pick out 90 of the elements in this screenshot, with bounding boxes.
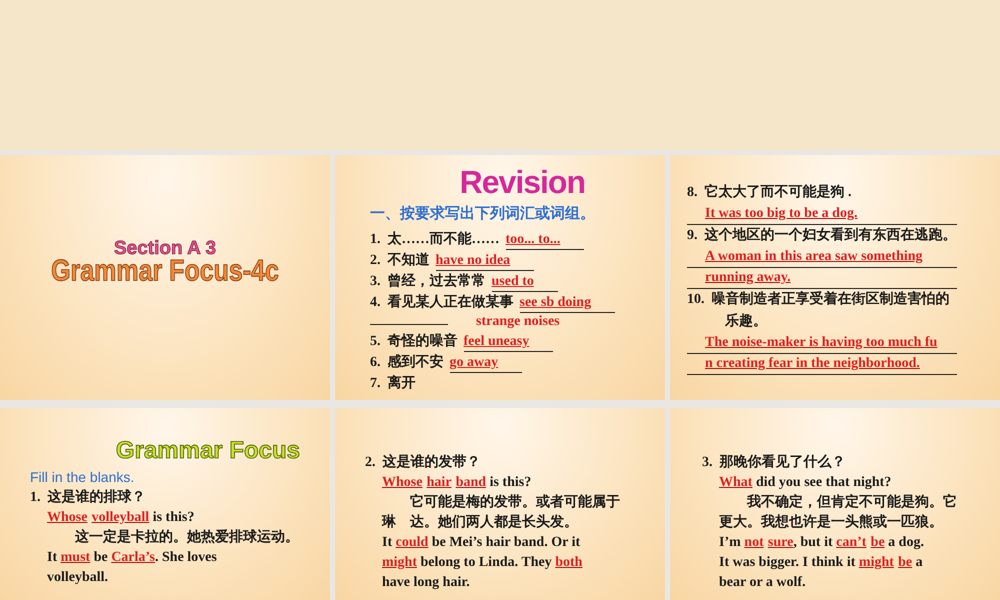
line-text: 离开 [388, 374, 416, 393]
item-number: 7. [370, 375, 380, 393]
line-text: 那晚你看见了什么？ [720, 453, 846, 472]
line-text: 琳 达。她们两人都是长头发。 [382, 513, 578, 532]
line-text: 太……而不能…… [388, 230, 500, 249]
line-text: 噪音制造者正享受着在街区制造害怕的 [712, 290, 950, 309]
item-number: 8. [687, 184, 698, 202]
line-text: 曾经，过去常常 [388, 272, 486, 291]
line-text: 它太大了而不可能是狗 . [704, 182, 852, 202]
answer-text: not [744, 534, 764, 552]
answer-text: might [858, 554, 894, 572]
instruction-text: 一、按要求写出下列词汇或词组。 [370, 204, 596, 224]
answer-text: both [555, 554, 582, 572]
line-text: It [382, 534, 394, 552]
line-text: 这是谁的排球？ [48, 488, 146, 507]
line-text: did you see that night? [754, 474, 892, 492]
line-text: 奇怪的噪音 [388, 332, 458, 351]
answer-text: go away [450, 354, 522, 373]
line-text: volleyball. [47, 569, 108, 587]
slide-thumbnail[interactable]: 2. 这是谁的发带？ Whose hair band is this? 它可能是梅的发带。或者可能属于 琳 达。她们两人都是长头发。 It could be Mei’s hair band. Or it might belong to Linda. They both have long hair. [335, 408, 665, 600]
line-text: a [914, 554, 923, 572]
line-text: 这是谁的发带？ [382, 453, 480, 472]
answer-text: What [719, 474, 752, 492]
item-number: 2. [365, 454, 376, 472]
answer-text: can’t [836, 534, 866, 552]
answer-text: be [870, 534, 885, 552]
item-number: 2. [370, 252, 380, 270]
title-wordart: Section A 3 [114, 239, 216, 258]
line-text: be Mei’s hair band. Or it [430, 534, 580, 552]
answer-text: too... to... [506, 231, 584, 250]
answer-text: strange noises [476, 313, 561, 331]
answer-text: see sb doing [520, 294, 616, 313]
line-text: 我不确定，但肯定不可能是狗。它 [746, 493, 957, 512]
answer-text: hair [426, 474, 452, 492]
item-number: 4. [370, 294, 380, 312]
slide-thumbnail[interactable] [670, 155, 1000, 400]
item-number: 1. [30, 489, 40, 507]
answer-text: sure [768, 534, 794, 552]
line-text: 感到不安 [388, 352, 444, 372]
line-text: 这一定是卡拉的。她热爱排球运动。 [74, 528, 299, 547]
item-number: 3. [702, 454, 712, 472]
item-number: 10. [687, 291, 704, 309]
line-text: is this? [488, 474, 532, 492]
answer-text: feel uneasy [464, 333, 554, 352]
answer-text: A woman in this area saw something [705, 248, 923, 266]
answer-text: Carla’s [111, 549, 155, 567]
answer-text: Whose [47, 509, 88, 527]
answer-text: be [898, 554, 912, 572]
slide-heading: Revision [460, 163, 585, 201]
slide-heading: Grammar Focus [116, 436, 300, 466]
line-text: 乐趣。 [725, 312, 767, 331]
instruction-text: Fill in the blanks. [30, 468, 136, 487]
slide-thumbnail[interactable]: Revision 一、按要求写出下列词汇或词组。 1. 太……而不能…… too... to... 2. 不知道 have no idea 3. 曾经，过去常常 used to 4. 看见某人正在做某事 see sb doing strange noises 5. 奇怪的噪音 feel uneasy 6. 感到不安 go away 7. 离开 [335, 155, 665, 400]
line-text: . She loves [155, 549, 217, 567]
line-text: a dog. [887, 534, 924, 552]
item-number: 6. [370, 354, 380, 372]
answer-text: running away. [705, 269, 791, 287]
line-text: belong to Linda. They [420, 554, 553, 572]
slide-thumbnail[interactable]: 3. 那晚你看见了什么？ What did you see that night? 我不确定，但肯定不可能是狗。它 更大。我想也许是一头熊或一匹狼。 I’m not sure, but it can’t be a dog. It was bigger. I think it might be a bear or a wolf. [670, 408, 1000, 600]
slide-thumbnail[interactable]: Grammar Focus Fill in the blanks. 1. 这是谁的排球？ Whose volleyball is this? 这一定是卡拉的。她热爱排球运动。 It must be Carla’s. She loves volleyball. [0, 408, 330, 600]
answer-text: could [396, 534, 428, 552]
answer-text: must [60, 549, 90, 567]
answer-text: Whose [382, 474, 422, 492]
slide-thumbnail[interactable] [0, 0, 1000, 150]
line-text: 它可能是梅的发带。或者可能属于 [409, 493, 620, 512]
answer-text: have no idea [436, 252, 534, 271]
line-text: 看见某人正在做某事 [388, 293, 514, 312]
line-text: be [92, 549, 109, 567]
title-wordart: Grammar Focus-4c [51, 256, 279, 288]
answer-text: used to [492, 273, 558, 292]
line-text: 这个地区的一个妇女看到有东西在逃跑。 [704, 226, 956, 245]
answer-text: n creating fear in the neighborhood. [705, 355, 920, 373]
line-text: It [47, 549, 58, 567]
line-text: , but it [793, 534, 834, 552]
item-number: 5. [370, 333, 380, 351]
item-number: 9. [687, 227, 698, 245]
line-text: have long hair. [382, 574, 470, 592]
answer-text: might [382, 554, 417, 572]
line-text: It was bigger. I think it [719, 554, 856, 572]
answer-text: volleyball [92, 509, 150, 527]
answer-text: The noise-maker is having too much fu [705, 334, 938, 352]
line-text: bear or a wolf. [719, 574, 806, 592]
line-text: 更大。我想也许是一头熊或一匹狼。 [719, 513, 943, 532]
item-number: 1. [370, 231, 380, 249]
item-number: 3. [370, 273, 380, 291]
line-text: I’m [719, 534, 742, 552]
line-text: is this? [152, 509, 194, 527]
line-text: 不知道 [388, 251, 430, 270]
answer-text: It was too big to be a dog. [705, 205, 858, 223]
answer-text: band [456, 474, 486, 492]
